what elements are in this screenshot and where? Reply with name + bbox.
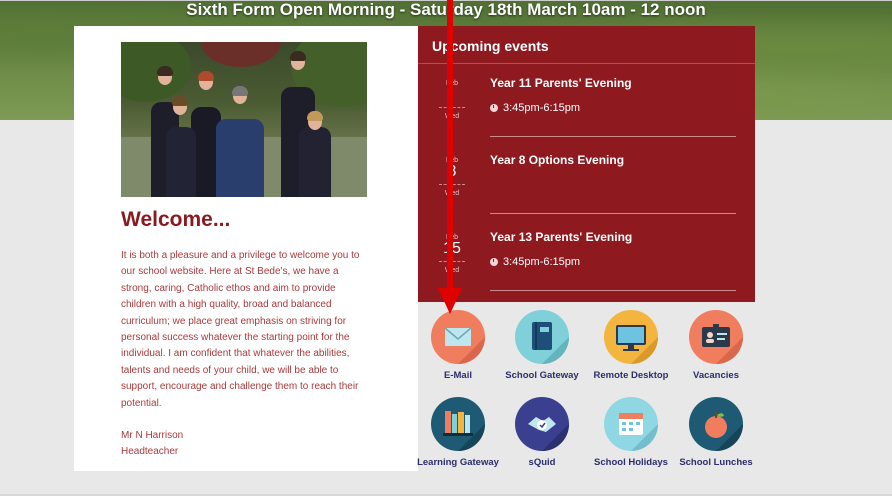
clock-icon — [490, 258, 498, 266]
event-divider — [490, 290, 736, 291]
events-header: Upcoming events — [418, 26, 755, 64]
signature: Mr N Harrison Headteacher — [121, 428, 183, 460]
welcome-card: Welcome... It is both a pleasure and a p… — [74, 26, 418, 471]
quicklink-remote-desktop[interactable]: Remote Desktop — [588, 310, 674, 381]
welcome-title: Welcome... — [121, 208, 231, 231]
quicklink-label[interactable]: School Lunches — [673, 457, 759, 468]
event-divider — [490, 213, 736, 214]
event-item[interactable]: Feb 15 Wed Year 13 Parents' Evening 3:45… — [418, 218, 755, 295]
signature-name: Mr N Harrison — [121, 430, 184, 441]
quicklink-school-gateway[interactable]: School Gateway — [499, 310, 585, 381]
event-item[interactable]: Feb 8 Wed Year 8 Options Evening — [418, 141, 755, 218]
quicklink-label[interactable]: E-Mail — [415, 370, 501, 381]
event-time: 3:45pm-6:15pm — [490, 102, 580, 114]
quicklink-label[interactable]: Remote Desktop — [588, 370, 674, 381]
staff-students-photo — [121, 42, 367, 197]
quicklink-school-holidays[interactable]: School Holidays — [588, 397, 674, 468]
quicklink-learning-gateway[interactable]: Learning Gateway — [415, 397, 501, 468]
quicklink-label[interactable]: Learning Gateway — [415, 457, 501, 468]
annotation-arrow-head — [438, 288, 462, 314]
quicklink-label[interactable]: School Gateway — [499, 370, 585, 381]
event-time-text: 3:45pm-6:15pm — [503, 102, 581, 114]
quicklink-vacancies[interactable]: Vacancies — [673, 310, 759, 381]
signature-role: Headteacher — [121, 446, 179, 457]
monitor-icon[interactable] — [604, 310, 658, 364]
event-title[interactable]: Year 11 Parents' Evening — [490, 76, 632, 90]
event-title[interactable]: Year 8 Options Evening — [490, 153, 624, 167]
notebook-icon[interactable] — [515, 310, 569, 364]
quicklink-school-lunches[interactable]: School Lunches — [673, 397, 759, 468]
hero-banner[interactable]: Sixth Form Open Morning - Saturday 18th … — [0, 0, 892, 22]
apple-icon[interactable] — [689, 397, 743, 451]
quicklink-label[interactable]: sQuid — [499, 457, 585, 468]
event-title[interactable]: Year 13 Parents' Evening — [490, 230, 632, 244]
quick-links: E-Mail School Gateway Remote Desktop Vac… — [415, 306, 763, 476]
envelope-icon[interactable] — [431, 310, 485, 364]
quicklink-email[interactable]: E-Mail — [415, 310, 501, 381]
books-icon[interactable] — [431, 397, 485, 451]
annotation-arrow-shaft — [447, 0, 453, 290]
quicklink-label[interactable]: Vacancies — [673, 370, 759, 381]
handshake-icon[interactable] — [515, 397, 569, 451]
clock-icon — [490, 104, 498, 112]
upcoming-events-panel: Upcoming events Feb Wed Year 11 Parents'… — [418, 26, 755, 302]
event-time: 3:45pm-6:15pm — [490, 256, 580, 268]
welcome-paragraph: It is both a pleasure and a privilege to… — [121, 250, 360, 409]
id-card-icon[interactable] — [689, 310, 743, 364]
calendar-icon[interactable] — [604, 397, 658, 451]
quicklink-squid[interactable]: sQuid — [499, 397, 585, 468]
event-divider — [490, 136, 736, 137]
quicklink-label[interactable]: School Holidays — [588, 457, 674, 468]
event-item[interactable]: Feb Wed Year 11 Parents' Evening 3:45pm-… — [418, 64, 755, 141]
event-time-text: 3:45pm-6:15pm — [503, 256, 581, 268]
